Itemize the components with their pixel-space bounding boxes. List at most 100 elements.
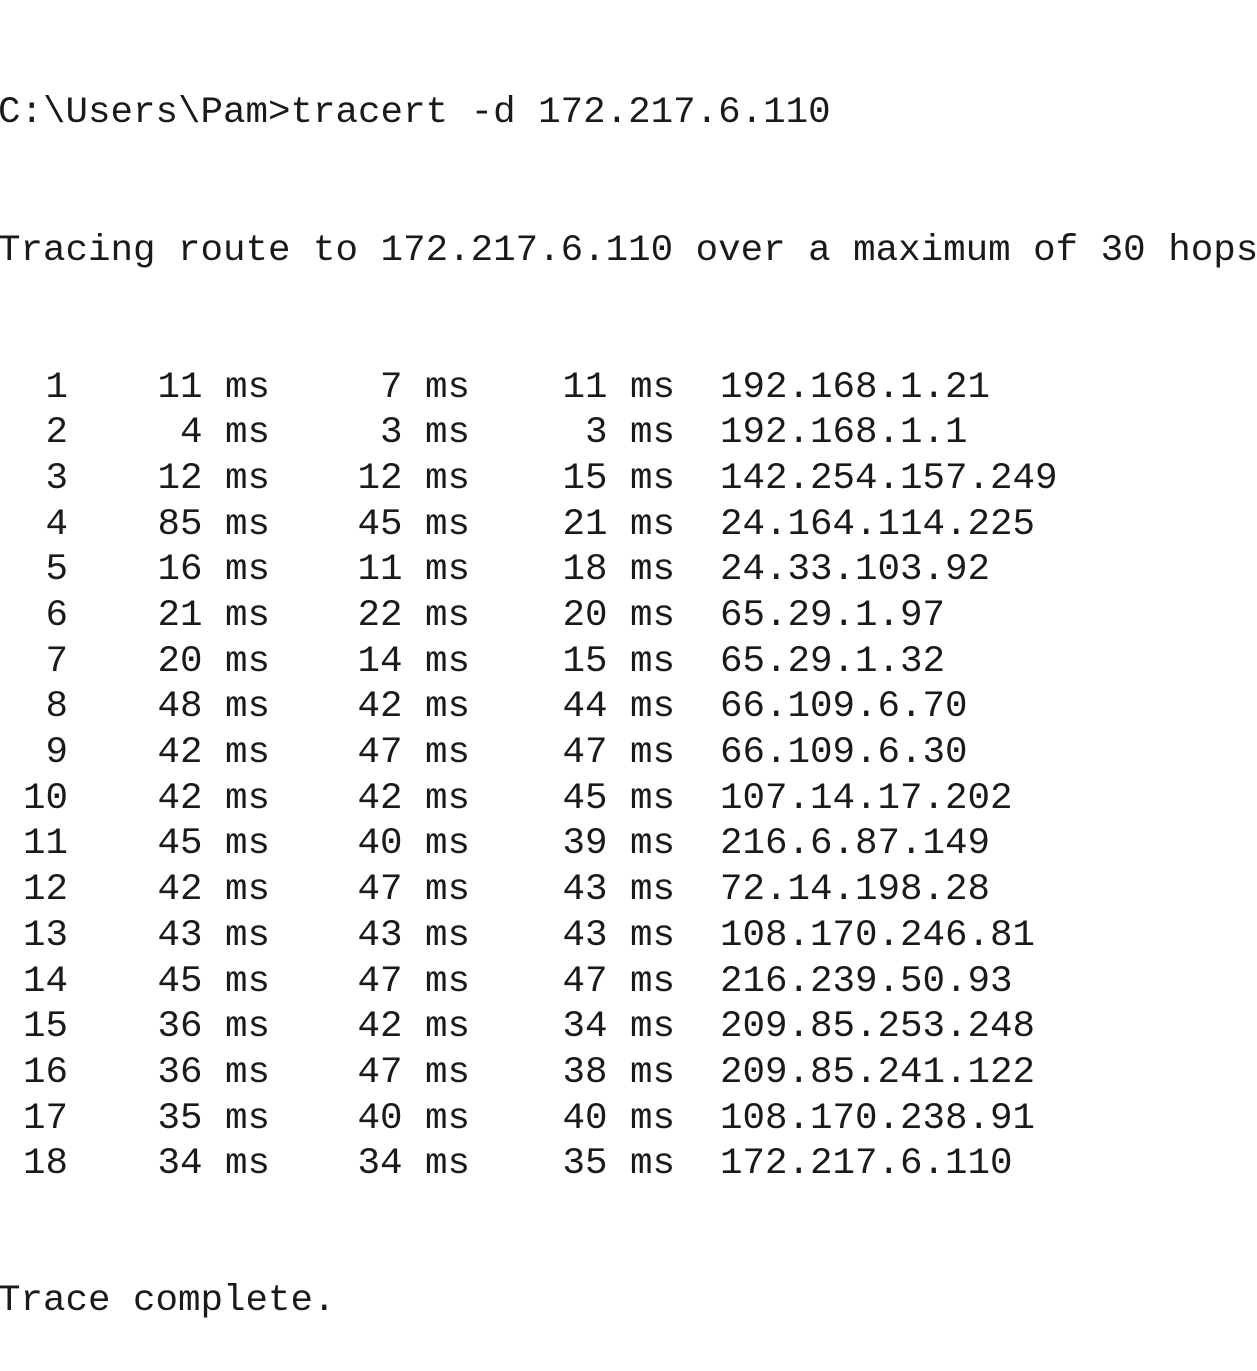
rtt-3: 44 ms (562, 686, 675, 729)
hop-row: 13 43 ms 43 ms 43 ms 108.170.246.81 (0, 914, 1257, 960)
rtt-1: 45 ms (157, 960, 270, 1003)
hop-number: 7 (45, 640, 68, 683)
rtt-2: 47 ms (357, 732, 470, 775)
hop-number: 6 (45, 595, 68, 638)
rtt-2: 45 ms (357, 503, 470, 546)
rtt-1: 85 ms (157, 503, 270, 546)
hop-number: 13 (22, 914, 68, 957)
hop-number: 17 (22, 1097, 68, 1140)
rtt-1: 42 ms (157, 777, 270, 820)
hop-number: 18 (22, 1143, 68, 1186)
hop-row: 2 4 ms 3 ms 3 ms 192.168.1.1 (0, 411, 1257, 457)
hop-ip-address: 192.168.1.1 (720, 412, 968, 455)
hop-number: 14 (22, 960, 68, 1003)
hop-row: 17 35 ms 40 ms 40 ms 108.170.238.91 (0, 1097, 1257, 1143)
hop-row: 15 36 ms 42 ms 34 ms 209.85.253.248 (0, 1005, 1257, 1051)
rtt-3: 47 ms (562, 732, 675, 775)
command-line: C:\Users\Pam>tracert -d 172.217.6.110 (0, 92, 831, 135)
hop-row: 10 42 ms 42 ms 45 ms 107.14.17.202 (0, 777, 1257, 823)
rtt-3: 15 ms (562, 640, 675, 683)
hop-ip-address: 108.170.246.81 (720, 914, 1036, 957)
rtt-3: 35 ms (562, 1143, 675, 1186)
rtt-3: 47 ms (562, 960, 675, 1003)
rtt-1: 42 ms (157, 869, 270, 912)
rtt-2: 12 ms (357, 457, 470, 500)
rtt-3: 20 ms (562, 595, 675, 638)
hop-row: 4 85 ms 45 ms 21 ms 24.164.114.225 (0, 503, 1257, 549)
rtt-2: 34 ms (357, 1143, 470, 1186)
rtt-3: 39 ms (562, 823, 675, 866)
rtt-3: 15 ms (562, 457, 675, 500)
hop-row: 1 11 ms 7 ms 11 ms 192.168.1.21 (0, 366, 1257, 412)
hop-number: 12 (22, 869, 68, 912)
hop-ip-address: 209.85.253.248 (720, 1006, 1036, 1049)
trace-header: Tracing route to 172.217.6.110 over a ma… (0, 229, 1257, 272)
hop-number: 4 (45, 503, 68, 546)
rtt-1: 4 ms (179, 412, 270, 455)
rtt-2: 14 ms (357, 640, 470, 683)
rtt-1: 43 ms (157, 914, 270, 957)
rtt-2: 43 ms (357, 914, 470, 957)
hop-ip-address: 108.170.238.91 (720, 1097, 1036, 1140)
hop-ip-address: 72.14.198.28 (720, 869, 991, 912)
hop-ip-address: 216.6.87.149 (720, 823, 991, 866)
hop-number: 1 (45, 366, 68, 409)
rtt-2: 7 ms (379, 366, 470, 409)
rtt-3: 21 ms (562, 503, 675, 546)
rtt-3: 34 ms (562, 1006, 675, 1049)
hop-number: 3 (45, 457, 68, 500)
hop-number: 9 (45, 732, 68, 775)
hop-row: 7 20 ms 14 ms 15 ms 65.29.1.32 (0, 640, 1257, 686)
hop-row: 18 34 ms 34 ms 35 ms 172.217.6.110 (0, 1142, 1257, 1188)
hop-number: 8 (45, 686, 68, 729)
rtt-1: 21 ms (157, 595, 270, 638)
hop-list: 1 11 ms 7 ms 11 ms 192.168.1.21 2 4 ms 3 ms 3 ms… (0, 366, 1257, 1188)
terminal-window[interactable]: C:\Users\Pam>tracert -d 172.217.6.110 Tr… (0, 0, 1257, 1322)
hop-ip-address: 142.254.157.249 (720, 457, 1058, 500)
hop-ip-address: 66.109.6.70 (720, 686, 968, 729)
hop-ip-address: 209.85.241.122 (720, 1051, 1036, 1094)
rtt-1: 16 ms (157, 549, 270, 592)
hop-ip-address: 192.168.1.21 (720, 366, 991, 409)
hop-row: 11 45 ms 40 ms 39 ms 216.6.87.149 (0, 822, 1257, 868)
rtt-1: 36 ms (157, 1051, 270, 1094)
trace-footer: Trace complete. (0, 1280, 336, 1323)
rtt-1: 36 ms (157, 1006, 270, 1049)
hop-ip-address: 172.217.6.110 (720, 1143, 1013, 1186)
hop-row: 14 45 ms 47 ms 47 ms 216.239.50.93 (0, 960, 1257, 1006)
rtt-2: 42 ms (357, 686, 470, 729)
rtt-2: 42 ms (357, 777, 470, 820)
hop-number: 5 (45, 549, 68, 592)
rtt-1: 34 ms (157, 1143, 270, 1186)
rtt-2: 40 ms (357, 823, 470, 866)
rtt-3: 45 ms (562, 777, 675, 820)
hop-ip-address: 65.29.1.97 (720, 595, 946, 638)
hop-row: 9 42 ms 47 ms 47 ms 66.109.6.30 (0, 731, 1257, 777)
hop-ip-address: 24.164.114.225 (720, 503, 1036, 546)
hop-number: 2 (45, 412, 68, 455)
hop-number: 15 (22, 1006, 68, 1049)
rtt-3: 18 ms (562, 549, 675, 592)
rtt-3: 40 ms (562, 1097, 675, 1140)
rtt-2: 22 ms (357, 595, 470, 638)
rtt-1: 45 ms (157, 823, 270, 866)
rtt-1: 35 ms (157, 1097, 270, 1140)
rtt-3: 38 ms (562, 1051, 675, 1094)
hop-number: 16 (22, 1051, 68, 1094)
rtt-3: 43 ms (562, 869, 675, 912)
hop-number: 10 (22, 777, 68, 820)
rtt-1: 42 ms (157, 732, 270, 775)
hop-ip-address: 65.29.1.32 (720, 640, 946, 683)
rtt-2: 40 ms (357, 1097, 470, 1140)
rtt-3: 43 ms (562, 914, 675, 957)
hop-row: 3 12 ms 12 ms 15 ms 142.254.157.249 (0, 457, 1257, 503)
hop-row: 6 21 ms 22 ms 20 ms 65.29.1.97 (0, 594, 1257, 640)
hop-row: 12 42 ms 47 ms 43 ms 72.14.198.28 (0, 868, 1257, 914)
hop-row: 8 48 ms 42 ms 44 ms 66.109.6.70 (0, 685, 1257, 731)
rtt-1: 12 ms (157, 457, 270, 500)
rtt-1: 11 ms (157, 366, 270, 409)
rtt-1: 48 ms (157, 686, 270, 729)
rtt-2: 47 ms (357, 869, 470, 912)
rtt-3: 11 ms (562, 366, 675, 409)
hop-ip-address: 66.109.6.30 (720, 732, 968, 775)
